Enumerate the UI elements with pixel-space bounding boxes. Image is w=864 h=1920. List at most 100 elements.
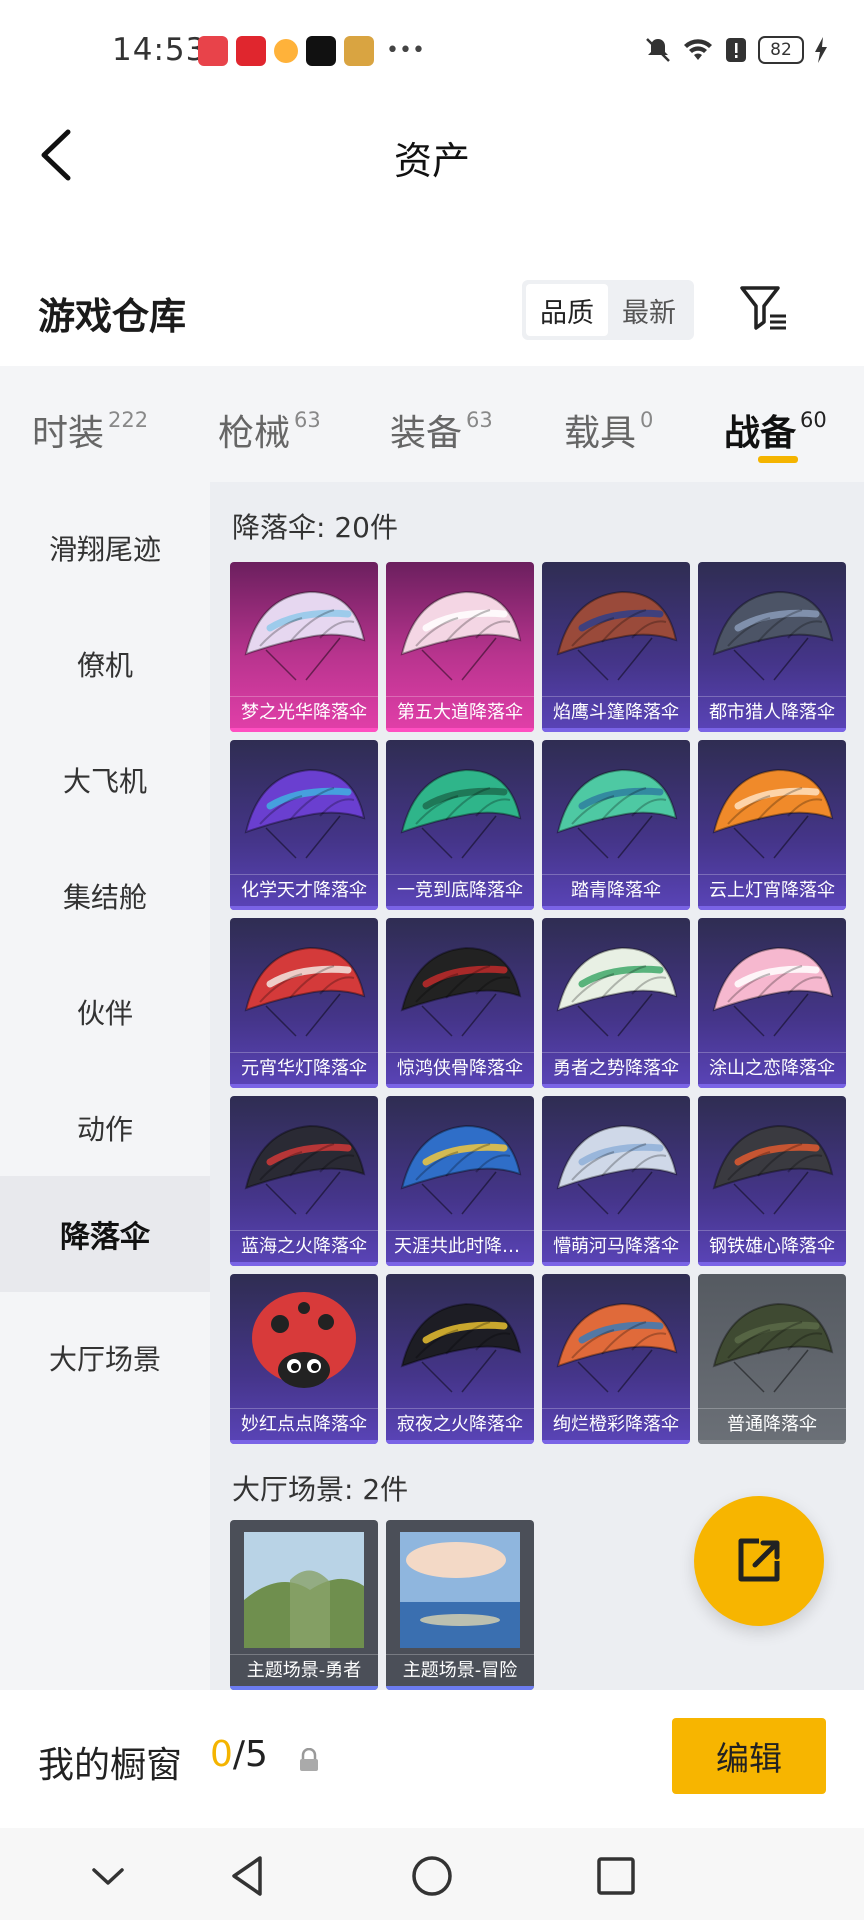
parachute-item-card[interactable]: 天涯共此时降落伞	[386, 1096, 534, 1266]
sort-by-quality[interactable]: 品质	[526, 284, 608, 336]
parachute-item-card[interactable]: 踏青降落伞	[542, 740, 690, 910]
nav-home-icon[interactable]	[402, 1846, 462, 1906]
charging-icon	[815, 37, 827, 63]
parachute-item-card[interactable]: 普通降落伞	[698, 1274, 846, 1444]
nav-recents-icon[interactable]	[586, 1846, 646, 1906]
sort-by-latest[interactable]: 最新	[608, 284, 690, 336]
parachute-item-card[interactable]: 云上灯宵降落伞	[698, 740, 846, 910]
item-name: 化学天才降落伞	[230, 874, 378, 906]
parachute-item-card[interactable]: 元宵华灯降落伞	[230, 918, 378, 1088]
item-name: 元宵华灯降落伞	[230, 1052, 378, 1084]
item-name: 第五大道降落伞	[386, 696, 534, 728]
status-time: 14:53	[112, 32, 207, 68]
tab-costume[interactable]: 时装 222	[32, 404, 148, 456]
rarity-bar	[698, 1440, 846, 1444]
item-name: 主题场景-勇者	[230, 1654, 378, 1686]
rarity-bar	[386, 906, 534, 910]
rarity-bar	[698, 1262, 846, 1266]
item-name: 蓝海之火降落伞	[230, 1230, 378, 1262]
item-name: 寂夜之火降落伞	[386, 1408, 534, 1440]
item-name: 踏青降落伞	[542, 874, 690, 906]
rarity-bar	[542, 728, 690, 732]
parachute-item-card[interactable]: 涂山之恋降落伞	[698, 918, 846, 1088]
sidebar-item-parachute[interactable]: 降落伞	[0, 1176, 210, 1292]
parachute-group-title: 降落伞: 20件	[232, 511, 398, 544]
rarity-bar	[230, 728, 378, 732]
sidebar-item-wingman[interactable]: 僚机	[0, 606, 210, 722]
mute-icon	[646, 38, 670, 62]
rarity-bar	[698, 1084, 846, 1088]
item-name: 焰鹰斗篷降落伞	[542, 696, 690, 728]
parachute-item-card[interactable]: 勇者之势降落伞	[542, 918, 690, 1088]
showcase-bar: 我的橱窗 0/5 编辑	[0, 1690, 864, 1828]
scene-item-card[interactable]: 主题场景-勇者	[230, 1520, 378, 1690]
notification-icons: •••	[198, 36, 425, 66]
rarity-bar	[386, 1262, 534, 1266]
item-name: 天涯共此时降落伞	[386, 1230, 534, 1262]
parachute-item-card[interactable]: 焰鹰斗篷降落伞	[542, 562, 690, 732]
parachute-item-card[interactable]: 梦之光华降落伞	[230, 562, 378, 732]
parachute-item-card[interactable]: 蓝海之火降落伞	[230, 1096, 378, 1266]
sidebar-item-emote[interactable]: 动作	[0, 1070, 210, 1186]
rarity-bar	[230, 1084, 378, 1088]
rarity-bar	[386, 728, 534, 732]
alert-icon	[726, 38, 746, 62]
share-button[interactable]	[694, 1496, 824, 1626]
sidebar-item-glide-trail[interactable]: 滑翔尾迹	[0, 490, 210, 606]
rarity-bar	[386, 1084, 534, 1088]
scene-item-card[interactable]: 主题场景-冒险	[386, 1520, 534, 1690]
rarity-bar	[386, 1440, 534, 1444]
status-bar: 14:53 ••• 82	[0, 0, 864, 100]
chevron-down-icon[interactable]	[78, 1846, 138, 1906]
item-name: 普通降落伞	[698, 1408, 846, 1440]
parachute-item-card[interactable]: 都市猎人降落伞	[698, 562, 846, 732]
active-tab-indicator	[758, 456, 798, 463]
parachute-item-card[interactable]: 寂夜之火降落伞	[386, 1274, 534, 1444]
parachute-item-card[interactable]: 化学天才降落伞	[230, 740, 378, 910]
item-name: 一竞到底降落伞	[386, 874, 534, 906]
item-name: 勇者之势降落伞	[542, 1052, 690, 1084]
filter-icon[interactable]	[738, 282, 790, 334]
wifi-icon	[684, 39, 712, 60]
parachute-item-card[interactable]: 钢铁雄心降落伞	[698, 1096, 846, 1266]
sidebar-item-gathering-pod[interactable]: 集结舱	[0, 838, 210, 954]
share-icon	[738, 1538, 780, 1582]
sidebar-item-lobby-scene[interactable]: 大厅场景	[0, 1300, 210, 1416]
parachute-item-card[interactable]: 妙红点点降落伞	[230, 1274, 378, 1444]
rarity-bar	[230, 906, 378, 910]
system-nav-bar	[0, 1828, 864, 1920]
section-title: 游戏仓库	[38, 295, 186, 338]
parachute-item-card[interactable]: 一竞到底降落伞	[386, 740, 534, 910]
system-indicators: 82	[644, 36, 828, 64]
rarity-bar	[230, 1262, 378, 1266]
item-name: 梦之光华降落伞	[230, 696, 378, 728]
tab-equipment[interactable]: 装备 63	[390, 404, 493, 456]
item-name: 主题场景-冒险	[386, 1654, 534, 1686]
item-name: 懵萌河马降落伞	[542, 1230, 690, 1262]
showcase-count: 0/5	[210, 1734, 268, 1775]
item-name: 妙红点点降落伞	[230, 1408, 378, 1440]
nav-back-icon[interactable]	[218, 1846, 278, 1906]
showcase-label: 我的橱窗	[38, 1745, 183, 1786]
parachute-item-card[interactable]: 绚烂橙彩降落伞	[542, 1274, 690, 1444]
parachute-item-card[interactable]: 懵萌河马降落伞	[542, 1096, 690, 1266]
rarity-bar	[230, 1440, 378, 1444]
parachute-item-card[interactable]: 第五大道降落伞	[386, 562, 534, 732]
tab-firearms[interactable]: 枪械 63	[218, 404, 321, 456]
rarity-bar	[542, 906, 690, 910]
parachute-item-card[interactable]: 惊鸿侠骨降落伞	[386, 918, 534, 1088]
more-notifications-icon: •••	[386, 38, 425, 63]
sidebar-item-companion[interactable]: 伙伴	[0, 954, 210, 1070]
item-name: 都市猎人降落伞	[698, 696, 846, 728]
sort-toggle: 品质 最新	[522, 280, 694, 340]
item-name: 云上灯宵降落伞	[698, 874, 846, 906]
battery-indicator: 82	[758, 36, 804, 64]
item-name: 绚烂橙彩降落伞	[542, 1408, 690, 1440]
sidebar-item-big-plane[interactable]: 大飞机	[0, 722, 210, 838]
tab-combat-gear[interactable]: 战备 60	[724, 404, 827, 456]
tab-vehicles[interactable]: 载具 0	[564, 404, 653, 456]
item-name: 钢铁雄心降落伞	[698, 1230, 846, 1262]
item-name: 惊鸿侠骨降落伞	[386, 1052, 534, 1084]
netease-music-icon	[236, 36, 266, 66]
edit-button[interactable]: 编辑	[672, 1718, 826, 1794]
